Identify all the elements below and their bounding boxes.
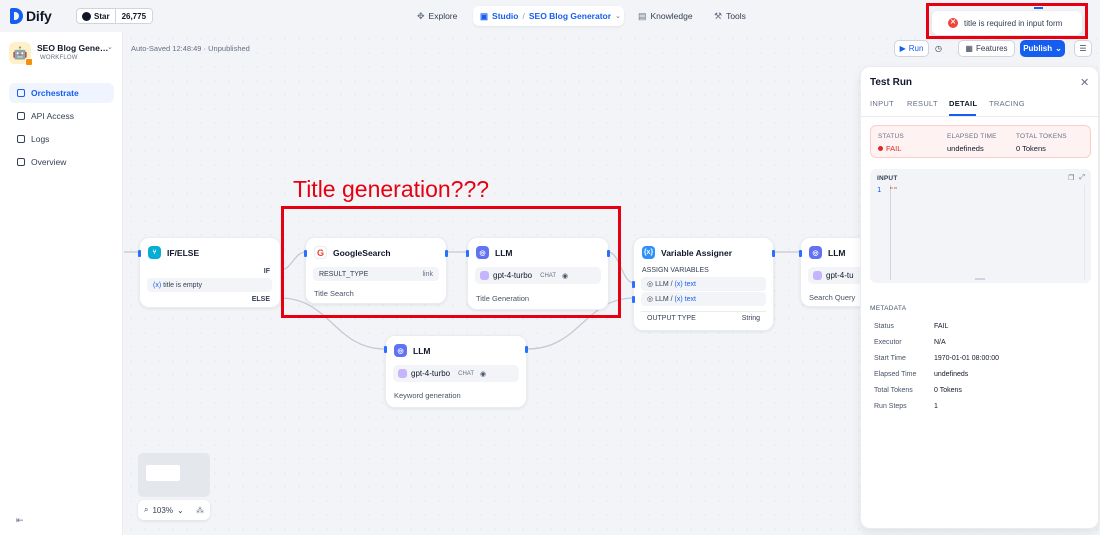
input-handle[interactable] [632, 296, 635, 303]
tab-result[interactable]: RESULT [907, 99, 938, 108]
input-handle[interactable] [632, 281, 635, 288]
assigned-var-row: ◎ LLM / (x) text [641, 292, 766, 306]
output-handle[interactable] [772, 250, 775, 257]
toast-highlight-box [926, 3, 1088, 39]
annotation-box [281, 206, 621, 318]
minimap-viewport [146, 465, 180, 481]
panel-title: Test Run [870, 77, 913, 88]
output-handle[interactable] [525, 346, 528, 353]
tab-detail[interactable]: DETAIL [949, 99, 977, 108]
model-icon [398, 369, 407, 378]
eye-icon: ◉ [480, 370, 487, 378]
model-icon [813, 271, 822, 280]
zoom-icon: ⌕ [144, 505, 149, 514]
condition-row: (x) title is empty [147, 278, 272, 292]
scrollbar[interactable] [1084, 185, 1088, 280]
test-run-panel: Test Run ✕ INPUT RESULT DETAIL TRACING S… [860, 66, 1099, 529]
annotation-text: Title generation??? [293, 176, 490, 202]
model-selector[interactable]: gpt-4-turbo CHAT ◉ [393, 365, 519, 382]
input-handle[interactable] [384, 346, 387, 353]
input-code-viewer[interactable]: INPUT ❐ ⤢ 1 "" [870, 169, 1091, 283]
status-summary: STATUS FAIL ELAPSED TIME undefineds TOTA… [870, 125, 1091, 158]
node-variable-assigner[interactable]: {x} Variable Assigner ASSIGN VARIABLES ◎ … [632, 237, 775, 331]
input-handle[interactable] [799, 250, 802, 257]
llm-icon: ◎ [394, 344, 407, 357]
zoom-control[interactable]: ⌕ 103% ⌄ ⁂ [138, 500, 210, 520]
close-icon[interactable]: ✕ [1080, 76, 1089, 89]
minimap[interactable] [138, 453, 210, 497]
node-ifelse[interactable]: ⑂ IF/ELSE IF (x) title is empty ELSE [138, 237, 281, 308]
expand-icon[interactable]: ⤢ [1079, 174, 1085, 182]
llm-small-icon: ◎ [647, 296, 656, 303]
resize-handle[interactable] [975, 278, 985, 280]
metadata-heading: METADATA [870, 305, 907, 312]
llm-icon: ◎ [809, 246, 822, 259]
node-llm-keyword[interactable]: ◎ LLM gpt-4-turbo CHAT ◉ Keyword generati… [384, 335, 528, 408]
variable-icon: {x} [642, 246, 655, 259]
assigned-var-row: ◎ LLM / (x) text [641, 277, 766, 291]
branch-icon: ⑂ [148, 246, 161, 259]
chevron-down-icon: ⌄ [176, 505, 184, 515]
output-type-row: OUTPUT TYPE String [641, 311, 766, 325]
tab-input[interactable]: INPUT [870, 99, 894, 108]
fail-dot-icon [878, 146, 883, 151]
tab-tracing[interactable]: TRACING [989, 99, 1025, 108]
layout-icon[interactable]: ⁂ [196, 506, 204, 515]
input-handle[interactable] [138, 250, 141, 257]
copy-icon[interactable]: ❐ [1068, 174, 1074, 182]
llm-small-icon: ◎ [647, 281, 656, 288]
status-badge: FAIL [878, 144, 901, 153]
